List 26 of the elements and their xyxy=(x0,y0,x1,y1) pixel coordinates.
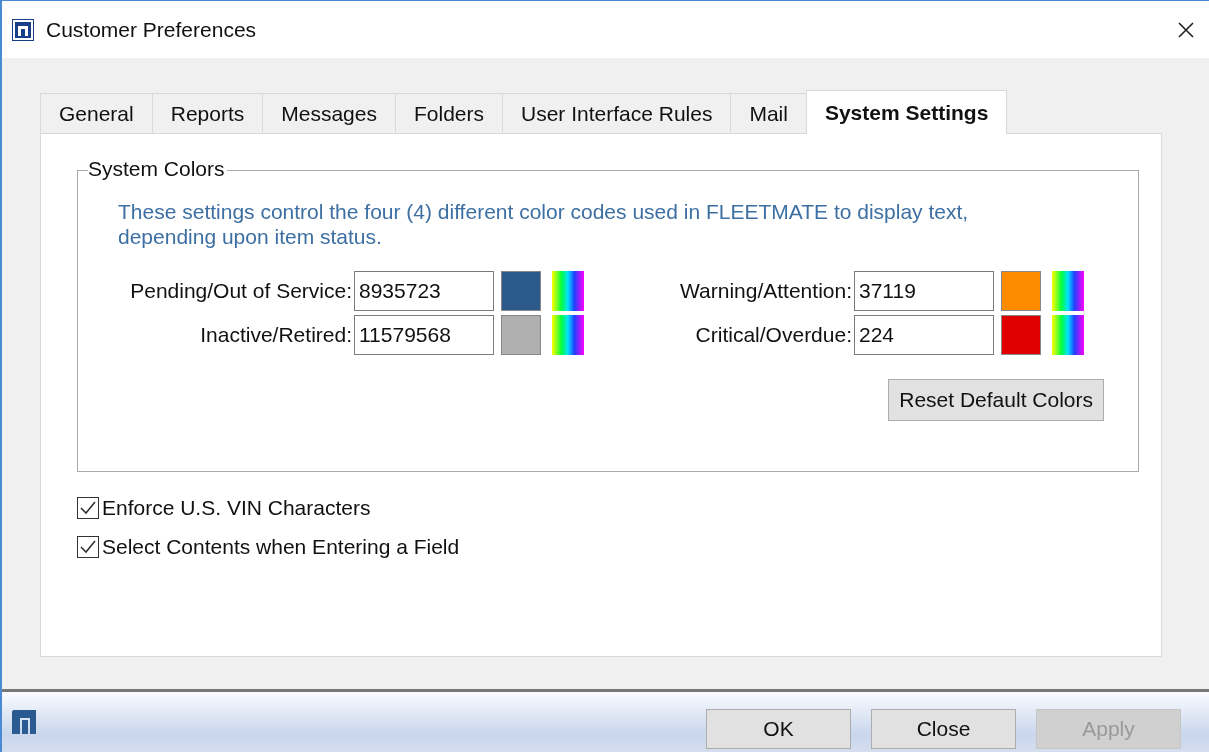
color-picker-icon[interactable] xyxy=(1052,315,1084,355)
checkbox-label[interactable]: Enforce U.S. VIN Characters xyxy=(102,496,371,520)
reset-colors-button[interactable]: Reset Default Colors xyxy=(888,379,1104,421)
app-logo-icon xyxy=(12,18,34,41)
field-label: Pending/Out of Service: xyxy=(130,279,352,303)
field-label: Inactive/Retired: xyxy=(200,323,352,347)
input-field[interactable]: 224 xyxy=(854,315,994,355)
input-field[interactable]: 8935723 xyxy=(354,271,494,311)
tab[interactable]: General xyxy=(40,93,153,133)
window-title: Customer Preferences xyxy=(46,17,258,42)
checkbox-label[interactable]: Select Contents when Entering a Field xyxy=(102,535,460,559)
dialog-button[interactable]: Close xyxy=(871,709,1016,749)
tab[interactable]: System Settings xyxy=(805,90,1008,134)
dialog-button[interactable]: OK xyxy=(706,709,851,749)
color-picker-icon[interactable] xyxy=(552,271,584,311)
color-picker-icon[interactable] xyxy=(552,315,584,355)
field-label: Warning/Attention: xyxy=(680,279,852,303)
app-logo-icon xyxy=(12,710,36,734)
checkbox[interactable] xyxy=(77,497,99,519)
input-field[interactable]: 11579568 xyxy=(354,315,494,355)
color-picker-icon[interactable] xyxy=(1052,271,1084,311)
field-label: Critical/Overdue: xyxy=(695,323,852,347)
close-icon[interactable] xyxy=(1177,20,1195,39)
input-field[interactable]: 37119 xyxy=(854,271,994,311)
checkbox[interactable] xyxy=(77,536,99,558)
description-text: These settings control the four (4) different color codes used in FLEETMATE to display text, depending upon item status. xyxy=(118,199,970,249)
